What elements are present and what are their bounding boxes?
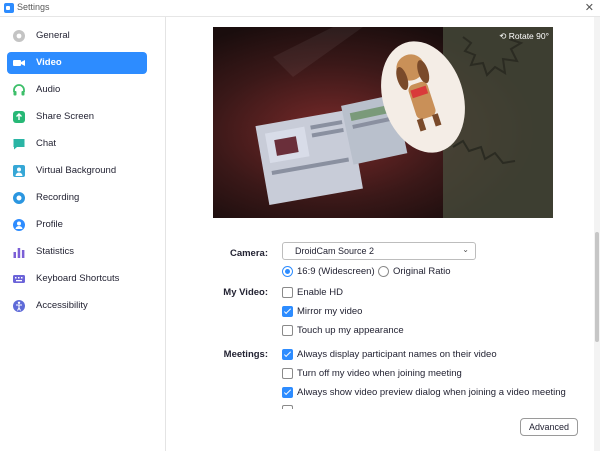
sidebar-item-label: Statistics	[36, 246, 75, 257]
sidebar-item-audio[interactable]: Audio	[7, 79, 147, 101]
turn-off-video-label: Turn off my video when joining meeting	[297, 368, 462, 379]
advanced-button[interactable]: Advanced	[520, 418, 578, 436]
gear-icon	[13, 30, 25, 42]
sidebar-item-profile[interactable]: Profile	[7, 214, 147, 236]
display-names-label: Always display participant names on thei…	[297, 349, 497, 360]
scrollbar-thumb[interactable]	[595, 232, 599, 342]
close-icon[interactable]: ✕	[585, 1, 594, 15]
camera-preview-image	[213, 27, 553, 218]
sidebar-item-label: General	[36, 30, 70, 41]
person-icon	[13, 165, 25, 177]
sidebar-item-chat[interactable]: Chat	[7, 133, 147, 155]
title-bar: Settings ✕	[0, 0, 600, 17]
camera-select-value: DroidCam Source 2	[295, 246, 375, 256]
sidebar-item-keyboard-shortcuts[interactable]: Keyboard Shortcuts	[7, 268, 147, 290]
ratio-widescreen-label: 16:9 (Widescreen)	[297, 266, 375, 277]
sidebar-item-label: Audio	[36, 84, 61, 95]
sidebar-item-recording[interactable]: Recording	[7, 187, 147, 209]
sidebar-item-share-screen[interactable]: Share Screen	[7, 106, 147, 128]
mirror-video-label: Mirror my video	[297, 306, 363, 317]
video-preview-label: Always show video preview dialog when jo…	[297, 387, 566, 398]
touch-up-checkbox[interactable]	[282, 325, 293, 336]
next-option-checkbox-partial[interactable]	[282, 405, 293, 409]
sidebar-item-label: Profile	[36, 219, 63, 230]
sidebar-item-label: Accessibility	[36, 300, 88, 311]
zoom-app-icon	[4, 3, 14, 13]
sidebar-item-accessibility[interactable]: Accessibility	[7, 295, 147, 317]
camera-label: Camera:	[229, 248, 268, 259]
enable-hd-label: Enable HD	[297, 287, 343, 298]
video-icon	[13, 60, 25, 66]
ratio-original-label: Original Ratio	[393, 266, 451, 277]
sidebar-item-statistics[interactable]: Statistics	[7, 241, 147, 263]
rotate-button[interactable]: ⟲ Rotate 90°	[499, 31, 549, 42]
sidebar-item-label: Share Screen	[36, 111, 95, 122]
sidebar-item-label: Recording	[36, 192, 80, 203]
turn-off-video-checkbox[interactable]	[282, 368, 293, 379]
bar-chart-icon	[13, 248, 25, 258]
accessibility-icon	[13, 300, 25, 312]
ratio-original-radio[interactable]	[378, 266, 389, 277]
window-title: Settings	[17, 2, 50, 12]
sidebar-item-label: Chat	[36, 138, 57, 149]
sidebar-item-virtual-background[interactable]: Virtual Background	[7, 160, 147, 182]
sidebar-item-label: Keyboard Shortcuts	[36, 273, 120, 284]
mirror-video-checkbox[interactable]	[282, 306, 293, 317]
enable-hd-checkbox[interactable]	[282, 287, 293, 298]
camera-select[interactable]: DroidCam Source 2 ⌄	[282, 242, 476, 260]
keyboard-icon	[13, 275, 25, 283]
record-icon	[13, 192, 25, 204]
settings-sidebar: General Video Audio Share Screen Chat Vi…	[0, 17, 166, 451]
video-preview-checkbox[interactable]	[282, 387, 293, 398]
ratio-widescreen-radio[interactable]	[282, 266, 293, 277]
sidebar-item-general[interactable]: General	[7, 25, 147, 47]
headphones-icon	[13, 84, 25, 96]
meetings-label: Meetings:	[223, 349, 268, 360]
camera-preview: ⟲ Rotate 90°	[213, 27, 553, 218]
chat-icon	[13, 139, 25, 150]
share-screen-icon	[13, 111, 25, 123]
scrollbar[interactable]	[594, 17, 600, 451]
touch-up-label: Touch up my appearance	[297, 325, 404, 336]
rotate-label: Rotate 90°	[508, 31, 549, 41]
my-video-label: My Video:	[223, 287, 268, 298]
display-names-checkbox[interactable]	[282, 349, 293, 360]
profile-icon	[13, 219, 25, 231]
chevron-down-icon: ⌄	[462, 245, 469, 254]
rotate-icon: ⟲	[499, 31, 507, 41]
sidebar-item-video[interactable]: Video	[7, 52, 147, 74]
sidebar-item-label: Virtual Background	[36, 165, 117, 176]
sidebar-item-label: Video	[36, 57, 62, 68]
